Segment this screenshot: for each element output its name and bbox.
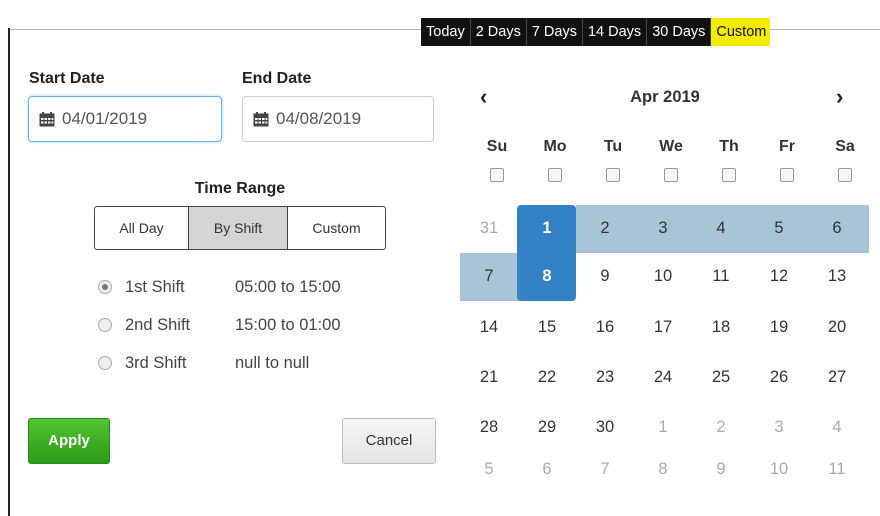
tab-today[interactable]: Today <box>421 18 470 46</box>
calendar-day[interactable]: 10 <box>750 460 808 479</box>
shift-option-2[interactable]: 2nd Shift 15:00 to 01:00 <box>98 314 341 336</box>
weekday-header: Fr <box>779 138 795 155</box>
calendar-month-title: Apr 2019 <box>630 88 700 106</box>
calendar-day[interactable]: 23 <box>576 368 634 387</box>
calendar-day[interactable]: 8 <box>634 460 692 479</box>
end-date-input[interactable]: 04/08/2019 <box>242 96 434 142</box>
calendar-day[interactable]: 26 <box>750 368 808 387</box>
panel-left-border <box>8 28 10 516</box>
range-tabs: Today 2 Days 7 Days 14 Days 30 Days Cust… <box>421 18 771 46</box>
calendar-day[interactable]: 22 <box>518 368 576 387</box>
calendar-day[interactable]: 2 <box>692 418 750 437</box>
weekday-header: We <box>659 138 683 155</box>
shift-3-time: null to null <box>235 353 310 372</box>
calendar-icon <box>253 111 269 127</box>
calendar-day[interactable]: 20 <box>808 318 866 337</box>
weekday-header: Sa <box>835 138 855 155</box>
calendar-day[interactable]: 28 <box>460 418 518 437</box>
weekday-checkbox[interactable] <box>838 168 852 182</box>
start-date-label: Start Date <box>29 70 105 87</box>
tab-2-days[interactable]: 2 Days <box>469 18 526 46</box>
start-date-input[interactable]: 04/01/2019 <box>28 96 222 142</box>
calendar-icon <box>39 111 55 127</box>
calendar-day[interactable]: 16 <box>576 318 634 337</box>
calendar-day[interactable]: 3 <box>750 418 808 437</box>
calendar-day[interactable]: 5 <box>750 219 808 238</box>
calendar-day[interactable]: 6 <box>808 219 866 238</box>
calendar-day[interactable]: 3 <box>634 219 692 238</box>
shift-3-radio[interactable] <box>98 356 112 370</box>
calendar-day[interactable]: 11 <box>808 460 866 479</box>
calendar-day[interactable]: 2 <box>576 219 634 238</box>
apply-button[interactable]: Apply <box>28 418 110 464</box>
weekday-header: Th <box>719 138 739 155</box>
weekday-checkbox[interactable] <box>606 168 620 182</box>
tab-7-days[interactable]: 7 Days <box>525 18 582 46</box>
calendar-day[interactable]: 1 <box>518 219 576 238</box>
tab-30-days[interactable]: 30 Days <box>646 18 710 46</box>
calendar-day[interactable]: 1 <box>634 418 692 437</box>
time-range-toggle: All Day By Shift Custom <box>94 206 386 250</box>
calendar-day[interactable]: 6 <box>518 460 576 479</box>
shift-option-1[interactable]: 1st Shift 05:00 to 15:00 <box>98 276 341 298</box>
weekday-checkbox[interactable] <box>722 168 736 182</box>
calendar-day[interactable]: 12 <box>750 267 808 286</box>
cancel-button[interactable]: Cancel <box>342 418 436 464</box>
end-date-value: 04/08/2019 <box>276 109 362 128</box>
calendar-day[interactable]: 10 <box>634 267 692 286</box>
calendar-day[interactable]: 21 <box>460 368 518 387</box>
calendar-day[interactable]: 17 <box>634 318 692 337</box>
prev-month-icon[interactable]: ‹ <box>480 84 487 110</box>
tab-custom[interactable]: Custom <box>710 18 771 46</box>
segment-all-day[interactable]: All Day <box>95 207 188 249</box>
calendar-day[interactable]: 7 <box>460 267 518 286</box>
calendar-day[interactable]: 19 <box>750 318 808 337</box>
shift-option-3[interactable]: 3rd Shift null to null <box>98 352 309 374</box>
date-range-picker: Today 2 Days 7 Days 14 Days 30 Days Cust… <box>0 0 880 516</box>
calendar-day[interactable]: 11 <box>692 267 750 286</box>
calendar-day[interactable]: 18 <box>692 318 750 337</box>
calendar-day[interactable]: 8 <box>518 267 576 286</box>
shift-1-name: 1st Shift <box>125 277 185 296</box>
calendar-day[interactable]: 29 <box>518 418 576 437</box>
shift-1-radio[interactable] <box>98 280 112 294</box>
calendar-day[interactable]: 31 <box>460 219 518 238</box>
calendar-day[interactable]: 4 <box>692 219 750 238</box>
weekday-header: Mo <box>543 138 567 155</box>
calendar-day[interactable]: 15 <box>518 318 576 337</box>
segment-custom[interactable]: Custom <box>287 207 385 249</box>
calendar-day[interactable]: 4 <box>808 418 866 437</box>
calendar-day[interactable]: 14 <box>460 318 518 337</box>
shift-3-name: 3rd Shift <box>125 353 187 372</box>
weekday-checkbox[interactable] <box>780 168 794 182</box>
shift-2-time: 15:00 to 01:00 <box>235 315 341 334</box>
calendar-day[interactable]: 30 <box>576 418 634 437</box>
calendar-day[interactable]: 24 <box>634 368 692 387</box>
calendar-day[interactable]: 27 <box>808 368 866 387</box>
time-range-label: Time Range <box>194 180 286 197</box>
next-month-icon[interactable]: › <box>836 84 843 110</box>
weekday-checkbox[interactable] <box>664 168 678 182</box>
weekday-header: Su <box>486 138 508 155</box>
tab-14-days[interactable]: 14 Days <box>581 18 646 46</box>
calendar-day[interactable]: 9 <box>692 460 750 479</box>
shift-2-name: 2nd Shift <box>125 315 191 334</box>
start-date-value: 04/01/2019 <box>62 109 148 128</box>
calendar-day[interactable]: 25 <box>692 368 750 387</box>
segment-by-shift[interactable]: By Shift <box>188 207 287 249</box>
shift-1-time: 05:00 to 15:00 <box>235 277 341 296</box>
calendar-day[interactable]: 7 <box>576 460 634 479</box>
shift-2-radio[interactable] <box>98 318 112 332</box>
weekday-header: Tu <box>603 138 623 155</box>
weekday-checkbox[interactable] <box>548 168 562 182</box>
calendar-day[interactable]: 13 <box>808 267 866 286</box>
calendar-day[interactable]: 5 <box>460 460 518 479</box>
selected-day-highlight <box>517 240 576 266</box>
end-date-label: End Date <box>242 70 312 87</box>
calendar-day[interactable]: 9 <box>576 267 634 286</box>
weekday-checkbox[interactable] <box>490 168 504 182</box>
